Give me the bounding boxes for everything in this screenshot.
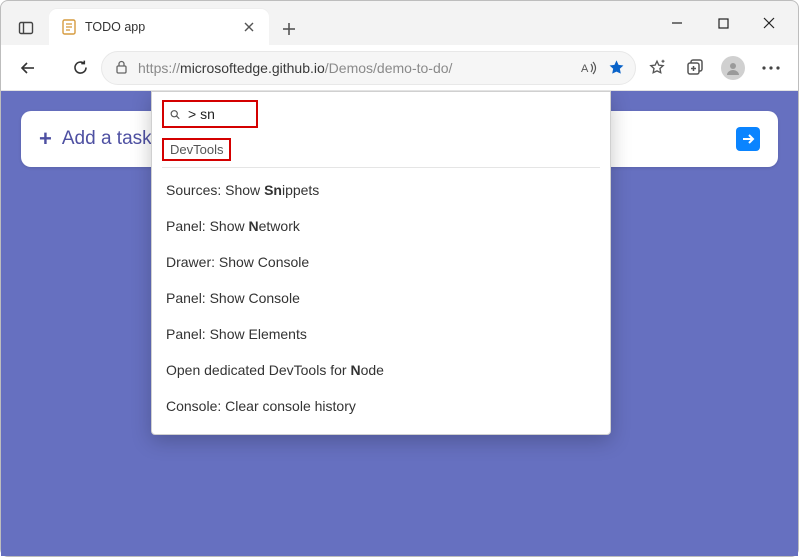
add-task-button[interactable]: + Add a task xyxy=(39,126,152,152)
avatar-icon xyxy=(721,56,745,80)
tab-close-button[interactable] xyxy=(239,17,259,37)
url-scheme: https:// xyxy=(138,60,180,76)
tab-actions-button[interactable] xyxy=(9,11,43,45)
star-filled-icon xyxy=(608,59,625,76)
browser-toolbar: https://microsoftedge.github.io/Demos/de… xyxy=(1,45,798,91)
new-tab-button[interactable] xyxy=(273,13,305,45)
maximize-button[interactable] xyxy=(700,7,746,39)
command-section-label: DevTools xyxy=(162,138,231,161)
url-path: /Demos/demo-to-do/ xyxy=(325,60,453,76)
favorites-button[interactable] xyxy=(638,51,676,85)
toolbar-right xyxy=(638,51,790,85)
minimize-icon xyxy=(671,17,683,29)
command-search-highlight xyxy=(162,100,258,128)
close-icon xyxy=(763,17,775,29)
add-task-label: Add a task xyxy=(62,128,152,150)
back-arrow-icon xyxy=(19,59,37,77)
more-button[interactable] xyxy=(752,51,790,85)
window-close-button[interactable] xyxy=(746,7,792,39)
svg-text:A: A xyxy=(581,63,589,75)
tab-title: TODO app xyxy=(85,20,231,34)
collections-button[interactable] xyxy=(676,51,714,85)
arrow-right-icon xyxy=(741,132,755,146)
search-icon xyxy=(170,108,180,121)
back-button[interactable] xyxy=(9,51,47,85)
tab-favicon xyxy=(61,19,77,35)
read-aloud-icon: A xyxy=(581,60,598,76)
close-icon xyxy=(244,22,254,32)
command-list: Sources: Show SnippetsPanel: Show Networ… xyxy=(162,172,600,424)
refresh-icon xyxy=(72,59,89,76)
address-bar[interactable]: https://microsoftedge.github.io/Demos/de… xyxy=(101,51,636,85)
titlebar: TODO app xyxy=(1,1,798,45)
command-item[interactable]: Open dedicated DevTools for Node xyxy=(162,352,600,388)
command-item[interactable]: Console: Clear console history xyxy=(162,388,600,424)
command-item[interactable]: Panel: Show Console xyxy=(162,280,600,316)
plus-icon: + xyxy=(39,126,52,152)
dots-horizontal-icon xyxy=(762,66,780,70)
refresh-button[interactable] xyxy=(61,51,99,85)
command-item[interactable]: Panel: Show Network xyxy=(162,208,600,244)
favorite-button[interactable] xyxy=(608,59,625,76)
command-search-input[interactable] xyxy=(188,106,250,122)
profile-button[interactable] xyxy=(714,51,752,85)
page-viewport: + Add a task DevTools Sources: Show Snip… xyxy=(1,91,798,556)
read-aloud-button[interactable]: A xyxy=(581,60,598,76)
submit-task-button[interactable] xyxy=(736,127,760,151)
address-bar-actions: A xyxy=(581,59,625,76)
tab-actions-icon xyxy=(18,20,34,36)
url-host: microsoftedge.github.io xyxy=(180,60,325,76)
command-item[interactable]: Sources: Show Snippets xyxy=(162,172,600,208)
browser-tab[interactable]: TODO app xyxy=(49,9,269,45)
minimize-button[interactable] xyxy=(654,7,700,39)
star-plus-icon xyxy=(648,59,666,77)
collections-icon xyxy=(686,59,704,77)
lock-icon xyxy=(112,60,130,75)
window-controls xyxy=(654,1,792,45)
maximize-icon xyxy=(718,18,729,29)
plus-icon xyxy=(282,22,296,36)
command-item[interactable]: Drawer: Show Console xyxy=(162,244,600,280)
address-text: https://microsoftedge.github.io/Demos/de… xyxy=(138,60,573,76)
command-menu: DevTools Sources: Show SnippetsPanel: Sh… xyxy=(151,91,611,435)
browser-window: TODO app https://microsoftedge.gith xyxy=(0,0,799,557)
command-item[interactable]: Panel: Show Elements xyxy=(162,316,600,352)
separator xyxy=(162,167,600,168)
